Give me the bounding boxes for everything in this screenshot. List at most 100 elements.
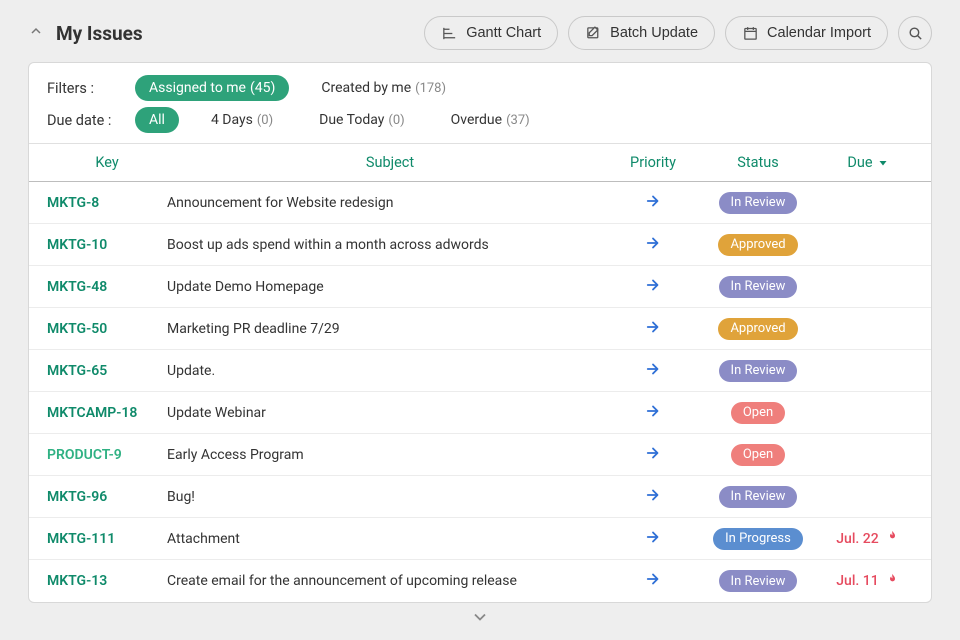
batch-update-button[interactable]: Batch Update [568, 16, 715, 50]
status-badge: In Review [719, 570, 798, 592]
issue-subject: Update Webinar [167, 405, 613, 421]
status-badge: In Progress [713, 528, 803, 550]
gantt-icon [441, 25, 458, 42]
issue-subject: Update. [167, 363, 613, 379]
table-row[interactable]: MKTG-65Update. In Review [29, 350, 931, 392]
status-cell: Approved [693, 234, 823, 256]
priority-cell [613, 402, 693, 424]
sort-desc-icon [877, 157, 889, 169]
issue-subject: Bug! [167, 489, 613, 505]
calendar-icon [742, 25, 759, 42]
expand-toggle[interactable] [28, 603, 932, 633]
table-row[interactable]: MKTG-111Attachment In Progress Jul. 22 [29, 518, 931, 560]
priority-cell [613, 276, 693, 298]
filter-assigned-label: Assigned to me [149, 80, 246, 96]
issue-key[interactable]: MKTG-8 [47, 195, 167, 211]
priority-cell [613, 444, 693, 466]
duedate-today[interactable]: Due Today (0) [305, 107, 419, 133]
filter-created-count: (178) [415, 81, 446, 96]
duedate-today-count: (0) [388, 113, 404, 128]
table-body: MKTG-8Announcement for Website redesignI… [29, 182, 931, 602]
due-cell: Jul. 22 [823, 529, 913, 548]
status-badge: Open [731, 444, 785, 466]
table-row[interactable]: MKTG-96Bug! In Review [29, 476, 931, 518]
issue-subject: Create email for the announcement of upc… [167, 573, 613, 589]
table-row[interactable]: PRODUCT-9Early Access Program Open [29, 434, 931, 476]
collapse-toggle[interactable] [28, 23, 44, 43]
duedate-4days-label: 4 Days [211, 112, 253, 128]
duedate-all-label: All [149, 112, 165, 128]
duedate-overdue[interactable]: Overdue (37) [437, 107, 544, 133]
search-button[interactable] [898, 16, 932, 50]
priority-cell [613, 570, 693, 592]
status-badge: Approved [718, 318, 797, 340]
priority-cell [613, 360, 693, 382]
col-key[interactable]: Key [47, 154, 167, 171]
filter-created-label: Created by me [321, 80, 411, 96]
issue-key[interactable]: MKTG-96 [47, 489, 167, 505]
issue-subject: Boost up ads spend within a month across… [167, 237, 613, 253]
issue-subject: Attachment [167, 531, 613, 547]
duedate-overdue-count: (37) [506, 113, 530, 128]
due-date: Jul. 22 [836, 531, 878, 547]
filter-assigned-to-me[interactable]: Assigned to me (45) [135, 75, 289, 101]
status-cell: Open [693, 402, 823, 424]
duedate-today-label: Due Today [319, 112, 384, 128]
col-due[interactable]: Due [823, 154, 913, 171]
arrow-right-icon [644, 534, 662, 550]
priority-cell [613, 234, 693, 256]
status-badge: In Review [719, 192, 798, 214]
arrow-right-icon [644, 450, 662, 466]
arrow-right-icon [644, 492, 662, 508]
chevron-down-icon [470, 607, 490, 627]
table-row[interactable]: MKTG-13Create email for the announcement… [29, 560, 931, 602]
issue-key[interactable]: MKTG-10 [47, 237, 167, 253]
arrow-right-icon [644, 408, 662, 424]
issue-key[interactable]: PRODUCT-9 [47, 447, 167, 463]
issue-key[interactable]: MKTG-50 [47, 321, 167, 337]
col-status[interactable]: Status [693, 154, 823, 171]
status-badge: In Review [719, 360, 798, 382]
issue-key[interactable]: MKTG-111 [47, 531, 167, 547]
page-title: My Issues [56, 22, 143, 45]
status-cell: In Review [693, 486, 823, 508]
col-due-label: Due [847, 154, 872, 171]
status-cell: In Review [693, 192, 823, 214]
due-date: Jul. 11 [836, 573, 878, 589]
priority-cell [613, 318, 693, 340]
priority-cell [613, 528, 693, 550]
due-cell: Jul. 11 [823, 572, 913, 591]
issue-subject: Marketing PR deadline 7/29 [167, 321, 613, 337]
table-row[interactable]: MKTG-10Boost up ads spend within a month… [29, 224, 931, 266]
table-row[interactable]: MKTG-50Marketing PR deadline 7/29 Approve… [29, 308, 931, 350]
issue-key[interactable]: MKTG-13 [47, 573, 167, 589]
col-priority[interactable]: Priority [613, 154, 693, 171]
filter-assigned-count: (45) [250, 80, 275, 96]
issue-key[interactable]: MKTG-48 [47, 279, 167, 295]
arrow-right-icon [644, 240, 662, 256]
table-row[interactable]: MKTCAMP-18Update Webinar Open [29, 392, 931, 434]
search-icon [907, 25, 924, 42]
duedate-label: Due date : [47, 112, 117, 129]
filter-created-by-me[interactable]: Created by me (178) [307, 75, 460, 101]
table-row[interactable]: MKTG-8Announcement for Website redesignI… [29, 182, 931, 224]
calendar-label: Calendar Import [767, 25, 871, 41]
status-badge: Approved [718, 234, 797, 256]
arrow-right-icon [644, 324, 662, 340]
issue-key[interactable]: MKTCAMP-18 [47, 405, 167, 421]
duedate-all[interactable]: All [135, 107, 179, 133]
duedate-4days-count: (0) [257, 113, 273, 128]
issue-key[interactable]: MKTG-65 [47, 363, 167, 379]
status-cell: In Review [693, 570, 823, 592]
col-subject[interactable]: Subject [167, 154, 613, 171]
calendar-import-button[interactable]: Calendar Import [725, 16, 888, 50]
status-cell: Approved [693, 318, 823, 340]
issue-subject: Early Access Program [167, 447, 613, 463]
gantt-chart-button[interactable]: Gantt Chart [424, 16, 558, 50]
duedate-overdue-label: Overdue [451, 112, 502, 128]
status-badge: In Review [719, 276, 798, 298]
table-row[interactable]: MKTG-48Update Demo HomepageIn Review [29, 266, 931, 308]
edit-icon [585, 25, 602, 42]
duedate-4days[interactable]: 4 Days (0) [197, 107, 287, 133]
status-cell: In Progress [693, 528, 823, 550]
